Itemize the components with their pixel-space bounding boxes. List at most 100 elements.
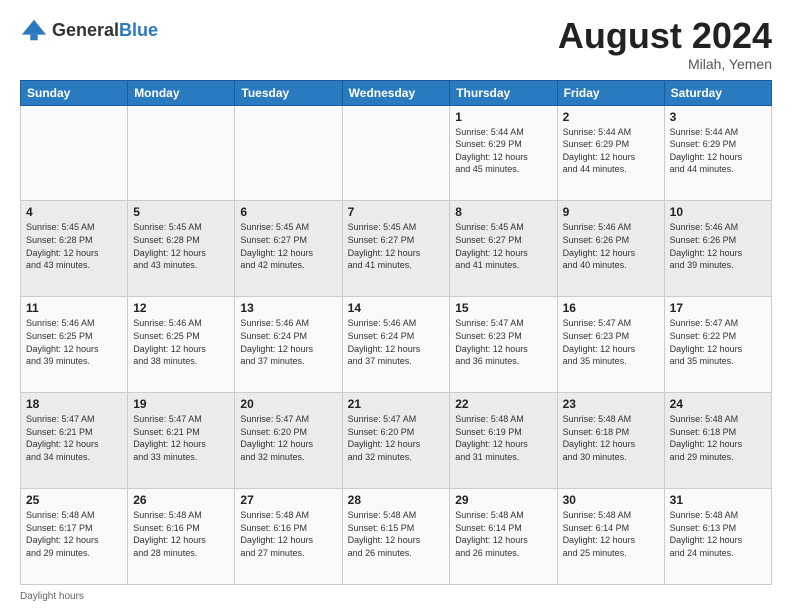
day-number: 27 bbox=[240, 493, 336, 507]
day-number: 18 bbox=[26, 397, 122, 411]
table-row bbox=[128, 105, 235, 201]
day-info: Sunrise: 5:47 AM Sunset: 6:23 PM Dayligh… bbox=[455, 317, 551, 367]
table-row: 17 Sunrise: 5:47 AM Sunset: 6:22 PM Dayli… bbox=[664, 297, 771, 393]
calendar-week-4: 18 Sunrise: 5:47 AM Sunset: 6:21 PM Dayli… bbox=[21, 393, 772, 489]
table-row: 2Sunrise: 5:44 AM Sunset: 6:29 PM Daylig… bbox=[557, 105, 664, 201]
table-row bbox=[21, 105, 128, 201]
day-info: Sunrise: 5:47 AM Sunset: 6:20 PM Dayligh… bbox=[348, 413, 445, 463]
day-number: 28 bbox=[348, 493, 445, 507]
table-row bbox=[342, 105, 450, 201]
calendar-header-row: Sunday Monday Tuesday Wednesday Thursday… bbox=[21, 80, 772, 105]
day-number: 20 bbox=[240, 397, 336, 411]
calendar-week-2: 4 Sunrise: 5:45 AM Sunset: 6:28 PM Daylig… bbox=[21, 201, 772, 297]
day-number: 3 bbox=[670, 110, 766, 124]
day-info: Sunrise: 5:44 AM Sunset: 6:29 PM Dayligh… bbox=[670, 126, 766, 176]
header-sunday: Sunday bbox=[21, 80, 128, 105]
day-number: 8 bbox=[455, 205, 551, 219]
day-number: 14 bbox=[348, 301, 445, 315]
day-info: Sunrise: 5:47 AM Sunset: 6:23 PM Dayligh… bbox=[563, 317, 659, 367]
table-row: 19Sunrise: 5:47 AM Sunset: 6:21 PM Dayli… bbox=[128, 393, 235, 489]
table-row: 1 Sunrise: 5:44 AM Sunset: 6:29 PM Daylig… bbox=[450, 105, 557, 201]
table-row: 20 Sunrise: 5:47 AM Sunset: 6:20 PM Dayli… bbox=[235, 393, 342, 489]
day-info: Sunrise: 5:48 AM Sunset: 6:13 PM Dayligh… bbox=[670, 509, 766, 559]
logo-general: General bbox=[52, 20, 119, 40]
day-number: 1 bbox=[455, 110, 551, 124]
table-row: 11 Sunrise: 5:46 AM Sunset: 6:25 PM Dayli… bbox=[21, 297, 128, 393]
day-number: 21 bbox=[348, 397, 445, 411]
day-info: Sunrise: 5:46 AM Sunset: 6:26 PM Dayligh… bbox=[670, 221, 766, 271]
logo-blue: Blue bbox=[119, 20, 158, 40]
table-row: 31 Sunrise: 5:48 AM Sunset: 6:13 PM Dayli… bbox=[664, 489, 771, 585]
table-row: 29Sunrise: 5:48 AM Sunset: 6:14 PM Dayli… bbox=[450, 489, 557, 585]
day-number: 13 bbox=[240, 301, 336, 315]
day-number: 24 bbox=[670, 397, 766, 411]
day-number: 10 bbox=[670, 205, 766, 219]
table-row: 4 Sunrise: 5:45 AM Sunset: 6:28 PM Daylig… bbox=[21, 201, 128, 297]
day-number: 31 bbox=[670, 493, 766, 507]
day-number: 16 bbox=[563, 301, 659, 315]
header: GeneralBlue August 2024 Milah, Yemen bbox=[20, 16, 772, 72]
day-info: Sunrise: 5:46 AM Sunset: 6:25 PM Dayligh… bbox=[26, 317, 122, 367]
table-row: 13 Sunrise: 5:46 AM Sunset: 6:24 PM Dayli… bbox=[235, 297, 342, 393]
day-info: Sunrise: 5:46 AM Sunset: 6:26 PM Dayligh… bbox=[563, 221, 659, 271]
day-info: Sunrise: 5:48 AM Sunset: 6:16 PM Dayligh… bbox=[240, 509, 336, 559]
day-number: 30 bbox=[563, 493, 659, 507]
day-info: Sunrise: 5:46 AM Sunset: 6:25 PM Dayligh… bbox=[133, 317, 229, 367]
day-info: Sunrise: 5:47 AM Sunset: 6:21 PM Dayligh… bbox=[26, 413, 122, 463]
day-number: 29 bbox=[455, 493, 551, 507]
title-block: August 2024 Milah, Yemen bbox=[558, 16, 772, 72]
month-year-title: August 2024 bbox=[558, 16, 772, 56]
day-number: 4 bbox=[26, 205, 122, 219]
table-row: 21 Sunrise: 5:47 AM Sunset: 6:20 PM Dayli… bbox=[342, 393, 450, 489]
day-info: Sunrise: 5:48 AM Sunset: 6:14 PM Dayligh… bbox=[563, 509, 659, 559]
day-info: Sunrise: 5:45 AM Sunset: 6:28 PM Dayligh… bbox=[133, 221, 229, 271]
day-number: 23 bbox=[563, 397, 659, 411]
table-row: 30 Sunrise: 5:48 AM Sunset: 6:14 PM Dayli… bbox=[557, 489, 664, 585]
table-row: 23Sunrise: 5:48 AM Sunset: 6:18 PM Dayli… bbox=[557, 393, 664, 489]
table-row: 3 Sunrise: 5:44 AM Sunset: 6:29 PM Daylig… bbox=[664, 105, 771, 201]
day-info: Sunrise: 5:45 AM Sunset: 6:28 PM Dayligh… bbox=[26, 221, 122, 271]
table-row: 15Sunrise: 5:47 AM Sunset: 6:23 PM Dayli… bbox=[450, 297, 557, 393]
day-number: 6 bbox=[240, 205, 336, 219]
table-row: 10 Sunrise: 5:46 AM Sunset: 6:26 PM Dayli… bbox=[664, 201, 771, 297]
day-info: Sunrise: 5:48 AM Sunset: 6:17 PM Dayligh… bbox=[26, 509, 122, 559]
day-info: Sunrise: 5:44 AM Sunset: 6:29 PM Dayligh… bbox=[563, 126, 659, 176]
day-info: Sunrise: 5:47 AM Sunset: 6:22 PM Dayligh… bbox=[670, 317, 766, 367]
table-row: 6Sunrise: 5:45 AM Sunset: 6:27 PM Daylig… bbox=[235, 201, 342, 297]
day-number: 25 bbox=[26, 493, 122, 507]
day-number: 17 bbox=[670, 301, 766, 315]
table-row: 27 Sunrise: 5:48 AM Sunset: 6:16 PM Dayli… bbox=[235, 489, 342, 585]
table-row: 22Sunrise: 5:48 AM Sunset: 6:19 PM Dayli… bbox=[450, 393, 557, 489]
day-number: 19 bbox=[133, 397, 229, 411]
calendar-week-3: 11 Sunrise: 5:46 AM Sunset: 6:25 PM Dayli… bbox=[21, 297, 772, 393]
header-friday: Friday bbox=[557, 80, 664, 105]
day-info: Sunrise: 5:48 AM Sunset: 6:18 PM Dayligh… bbox=[670, 413, 766, 463]
day-info: Sunrise: 5:45 AM Sunset: 6:27 PM Dayligh… bbox=[455, 221, 551, 271]
calendar-week-1: 1 Sunrise: 5:44 AM Sunset: 6:29 PM Daylig… bbox=[21, 105, 772, 201]
day-info: Sunrise: 5:46 AM Sunset: 6:24 PM Dayligh… bbox=[240, 317, 336, 367]
header-thursday: Thursday bbox=[450, 80, 557, 105]
table-row: 28 Sunrise: 5:48 AM Sunset: 6:15 PM Dayli… bbox=[342, 489, 450, 585]
day-number: 9 bbox=[563, 205, 659, 219]
day-number: 11 bbox=[26, 301, 122, 315]
table-row: 5Sunrise: 5:45 AM Sunset: 6:28 PM Daylig… bbox=[128, 201, 235, 297]
logo-icon bbox=[20, 16, 48, 44]
page: GeneralBlue August 2024 Milah, Yemen Sun… bbox=[0, 0, 792, 612]
day-info: Sunrise: 5:45 AM Sunset: 6:27 PM Dayligh… bbox=[348, 221, 445, 271]
footer: Daylight hours bbox=[20, 591, 772, 602]
header-wednesday: Wednesday bbox=[342, 80, 450, 105]
header-saturday: Saturday bbox=[664, 80, 771, 105]
logo: GeneralBlue bbox=[20, 16, 158, 44]
day-number: 12 bbox=[133, 301, 229, 315]
day-info: Sunrise: 5:46 AM Sunset: 6:24 PM Dayligh… bbox=[348, 317, 445, 367]
day-info: Sunrise: 5:48 AM Sunset: 6:15 PM Dayligh… bbox=[348, 509, 445, 559]
table-row: 16 Sunrise: 5:47 AM Sunset: 6:23 PM Dayli… bbox=[557, 297, 664, 393]
calendar-week-5: 25 Sunrise: 5:48 AM Sunset: 6:17 PM Dayli… bbox=[21, 489, 772, 585]
table-row: 7Sunrise: 5:45 AM Sunset: 6:27 PM Daylig… bbox=[342, 201, 450, 297]
table-row: 12 Sunrise: 5:46 AM Sunset: 6:25 PM Dayli… bbox=[128, 297, 235, 393]
daylight-hours-label: Daylight hours bbox=[20, 591, 84, 602]
day-info: Sunrise: 5:44 AM Sunset: 6:29 PM Dayligh… bbox=[455, 126, 551, 176]
location-title: Milah, Yemen bbox=[558, 56, 772, 72]
day-info: Sunrise: 5:47 AM Sunset: 6:20 PM Dayligh… bbox=[240, 413, 336, 463]
header-monday: Monday bbox=[128, 80, 235, 105]
